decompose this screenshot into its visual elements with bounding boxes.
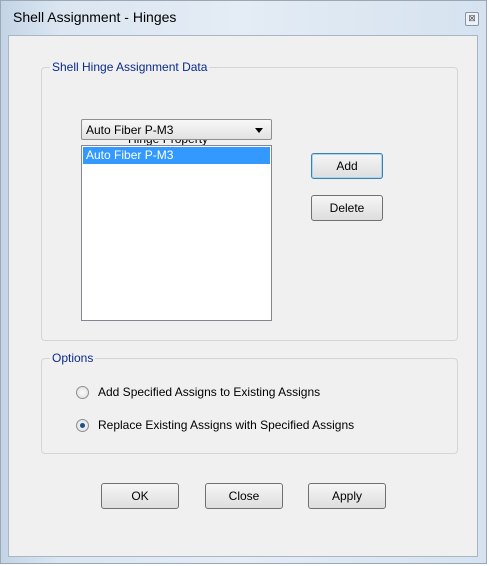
- radio-add-to-existing[interactable]: [76, 386, 89, 399]
- list-item[interactable]: Auto Fiber P-M3: [83, 147, 270, 164]
- dialog-client-area: Shell Hinge Assignment Data Hinge Proper…: [8, 35, 478, 557]
- chevron-down-icon[interactable]: [255, 128, 263, 133]
- hinge-property-dropdown-value: Auto Fiber P-M3: [86, 123, 174, 137]
- title-bar[interactable]: Shell Assignment - Hinges ⊠: [1, 1, 486, 31]
- window-title: Shell Assignment - Hinges: [13, 9, 177, 25]
- close-icon[interactable]: ⊠: [465, 12, 479, 26]
- radio-add-to-existing-label[interactable]: Add Specified Assigns to Existing Assign…: [98, 385, 320, 399]
- delete-button[interactable]: Delete: [311, 195, 383, 221]
- radio-replace-existing[interactable]: [76, 419, 89, 432]
- dialog-window: Shell Assignment - Hinges ⊠ Shell Hinge …: [0, 0, 487, 564]
- options-group: Options: [41, 351, 458, 454]
- add-button[interactable]: Add: [311, 153, 383, 179]
- apply-button[interactable]: Apply: [308, 483, 386, 509]
- hinge-property-list[interactable]: Auto Fiber P-M3: [81, 145, 272, 321]
- ok-button[interactable]: OK: [101, 483, 179, 509]
- hinge-property-dropdown[interactable]: Auto Fiber P-M3: [81, 119, 272, 140]
- radio-replace-existing-label[interactable]: Replace Existing Assigns with Specified …: [98, 418, 354, 432]
- options-group-title: Options: [50, 351, 96, 365]
- hinge-assignment-group-title: Shell Hinge Assignment Data: [50, 60, 210, 74]
- radio-selected-dot: [80, 423, 85, 428]
- close-button[interactable]: Close: [205, 483, 283, 509]
